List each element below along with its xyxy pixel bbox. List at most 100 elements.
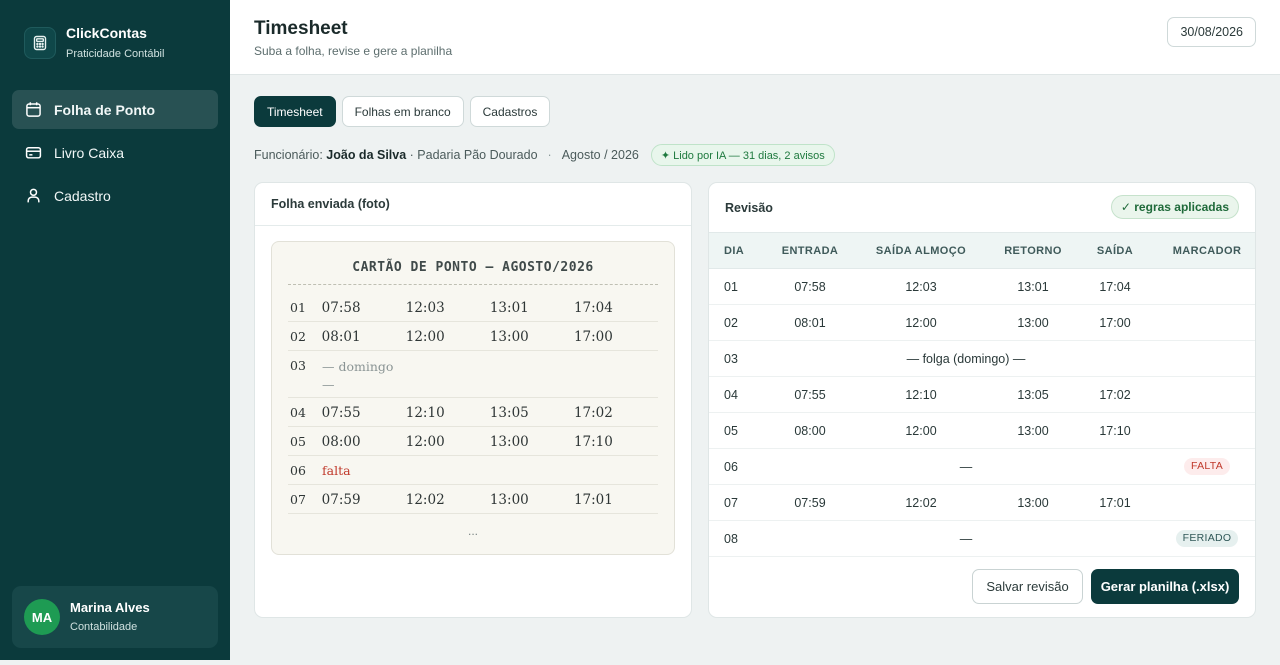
tab-timesheet[interactable]: Timesheet xyxy=(254,96,336,127)
table-row[interactable]: 03— folga (domingo) — xyxy=(709,340,1255,377)
column-header[interactable]: ENTRADA xyxy=(773,232,847,269)
cell-retorno[interactable]: 13:05 xyxy=(995,376,1071,413)
photo-row: 04 07:55 12:10 13:05 17:02 xyxy=(288,398,658,427)
table-row[interactable]: 01 07:58 12:03 13:01 17:04 xyxy=(709,268,1255,305)
tab-folhas-em-branco[interactable]: Folhas em branco xyxy=(341,96,464,127)
photo-time: 17:10 xyxy=(573,434,613,450)
column-header[interactable]: SAÍDA xyxy=(1071,232,1159,269)
sidebar-item-folha-de-ponto[interactable]: Folha de Ponto xyxy=(12,90,218,129)
sidebar-item-label: Cadastro xyxy=(54,187,111,204)
cell-saida-almoco[interactable]: 12:03 xyxy=(847,268,995,305)
column-header[interactable]: SAÍDA ALMOÇO xyxy=(847,232,995,269)
table-row[interactable]: 04 07:55 12:10 13:05 17:02 xyxy=(709,376,1255,413)
photo-time: 08:01 xyxy=(321,329,361,345)
page-title: Timesheet xyxy=(254,18,348,39)
cell-dia[interactable]: 08 xyxy=(709,520,773,557)
cell-saida[interactable]: 17:02 xyxy=(1071,376,1159,413)
date-field[interactable]: 30/08/2026 xyxy=(1167,17,1256,47)
cell-saida-almoco[interactable]: 12:02 xyxy=(847,484,995,521)
cell-marcador: FERIADO xyxy=(1159,520,1255,557)
cell-retorno[interactable]: 13:00 xyxy=(995,484,1071,521)
photo-rows: 01 07:58 12:03 13:01 17:04 02 08:01 12:00 13:00 1… xyxy=(288,293,658,514)
sidebar-nav: Folha de Ponto Livro Caixa Cadastro xyxy=(12,90,218,219)
cell-saida[interactable]: 17:10 xyxy=(1071,412,1159,449)
cell-retorno[interactable]: 13:00 xyxy=(995,412,1071,449)
brand-subtitle: Praticidade Contábil xyxy=(66,48,165,60)
cell-retorno[interactable]: 13:01 xyxy=(995,268,1071,305)
cell-dia[interactable]: 05 xyxy=(709,412,773,449)
user-card[interactable]: MA Marina Alves Contabilidade xyxy=(12,586,218,648)
cell-dia[interactable]: 04 xyxy=(709,376,773,413)
cell-entrada[interactable]: 07:59 xyxy=(773,484,847,521)
column-header[interactable]: MARCADOR xyxy=(1159,232,1255,269)
cell-dia[interactable]: 02 xyxy=(709,304,773,341)
calculator-icon xyxy=(24,27,56,59)
photo-row: 07 07:59 12:02 13:00 17:01 xyxy=(288,485,658,514)
tab-cadastros[interactable]: Cadastros xyxy=(469,96,551,127)
user-icon xyxy=(24,187,42,205)
cell-dia[interactable]: 01 xyxy=(709,268,773,305)
sidebar-item-label: Folha de Ponto xyxy=(54,101,156,118)
cell-marcador xyxy=(1159,376,1255,413)
generate-spreadsheet-button[interactable]: Gerar planilha (.xlsx) xyxy=(1091,569,1239,604)
photo-time: 12:00 xyxy=(405,329,445,345)
company-name: · Padaria Pão Dourado xyxy=(409,148,538,162)
photo-time: 17:02 xyxy=(573,405,613,421)
cell-note[interactable]: — xyxy=(773,520,1159,557)
cell-saida[interactable]: 17:00 xyxy=(1071,304,1159,341)
divider xyxy=(288,284,658,285)
rules-applied-badge: ✓ regras aplicadas xyxy=(1110,195,1239,219)
cell-dia[interactable]: 07 xyxy=(709,484,773,521)
cell-dia[interactable]: 06 xyxy=(709,448,773,485)
cell-note[interactable]: — folga (domingo) — xyxy=(773,340,1159,377)
cell-saida-almoco[interactable]: 12:00 xyxy=(847,412,995,449)
brand: ClickContas Praticidade Contábil xyxy=(24,25,164,61)
meta-separator: · xyxy=(547,148,552,162)
user-role: Contabilidade xyxy=(70,621,138,633)
photo-day: 03 xyxy=(290,358,306,373)
photo-time: 17:01 xyxy=(573,492,613,508)
save-review-button[interactable]: Salvar revisão xyxy=(972,569,1083,604)
cell-entrada[interactable]: 07:55 xyxy=(773,376,847,413)
photo-time: 12:10 xyxy=(405,405,445,421)
photo-day: 01 xyxy=(290,300,306,315)
timesheet-photo: CARTÃO DE PONTO — AGOSTO/2026 01 07:58 12:… xyxy=(271,241,675,555)
cell-entrada[interactable]: 08:01 xyxy=(773,304,847,341)
photo-time: 13:00 xyxy=(489,329,529,345)
photo-note: — domingo — xyxy=(322,359,394,392)
photo-time: 13:05 xyxy=(489,405,529,421)
review-panel: Revisão ✓ regras aplicadas DIA ENTRADA S… xyxy=(708,182,1256,618)
table-row[interactable]: 08— FERIADO xyxy=(709,520,1255,557)
column-header[interactable]: DIA xyxy=(709,232,773,269)
table-header-row: DIA ENTRADA SAÍDA ALMOÇO RETORNO SAÍDA M… xyxy=(709,232,1255,269)
cell-marcador: FALTA xyxy=(1159,448,1255,485)
cell-entrada[interactable]: 07:58 xyxy=(773,268,847,305)
sidebar-item-livro-caixa[interactable]: Livro Caixa xyxy=(12,133,218,172)
photo-row: 01 07:58 12:03 13:01 17:04 xyxy=(288,293,658,322)
table-row[interactable]: 07 07:59 12:02 13:00 17:01 xyxy=(709,484,1255,521)
cell-entrada[interactable]: 08:00 xyxy=(773,412,847,449)
cell-saida[interactable]: 17:01 xyxy=(1071,484,1159,521)
photo-row: 03 — domingo — xyxy=(288,351,658,398)
cell-saida-almoco[interactable]: 12:00 xyxy=(847,304,995,341)
period-label: Agosto / 2026 xyxy=(561,148,639,162)
ai-read-badge: ✦ Lido por IA — 31 dias, 2 avisos xyxy=(650,144,835,166)
cell-dia[interactable]: 03 xyxy=(709,340,773,377)
photo-time: 07:55 xyxy=(321,405,361,421)
cell-saida-almoco[interactable]: 12:10 xyxy=(847,376,995,413)
photo-time: 08:00 xyxy=(321,434,361,450)
cell-note[interactable]: — xyxy=(773,448,1159,485)
photo-time: 13:00 xyxy=(489,492,529,508)
photo-day: 02 xyxy=(290,329,306,344)
cell-saida[interactable]: 17:04 xyxy=(1071,268,1159,305)
photo-time: 07:58 xyxy=(321,300,361,316)
photo-time: 17:04 xyxy=(573,300,613,316)
status-badge: FERIADO xyxy=(1175,530,1239,547)
sidebar-item-cadastro[interactable]: Cadastro xyxy=(12,176,218,215)
table-row[interactable]: 06— FALTA xyxy=(709,448,1255,485)
table-row[interactable]: 02 08:01 12:00 13:00 17:00 xyxy=(709,304,1255,341)
status-badge: FALTA xyxy=(1183,458,1231,475)
table-row[interactable]: 05 08:00 12:00 13:00 17:10 xyxy=(709,412,1255,449)
cell-retorno[interactable]: 13:00 xyxy=(995,304,1071,341)
column-header[interactable]: RETORNO xyxy=(995,232,1071,269)
